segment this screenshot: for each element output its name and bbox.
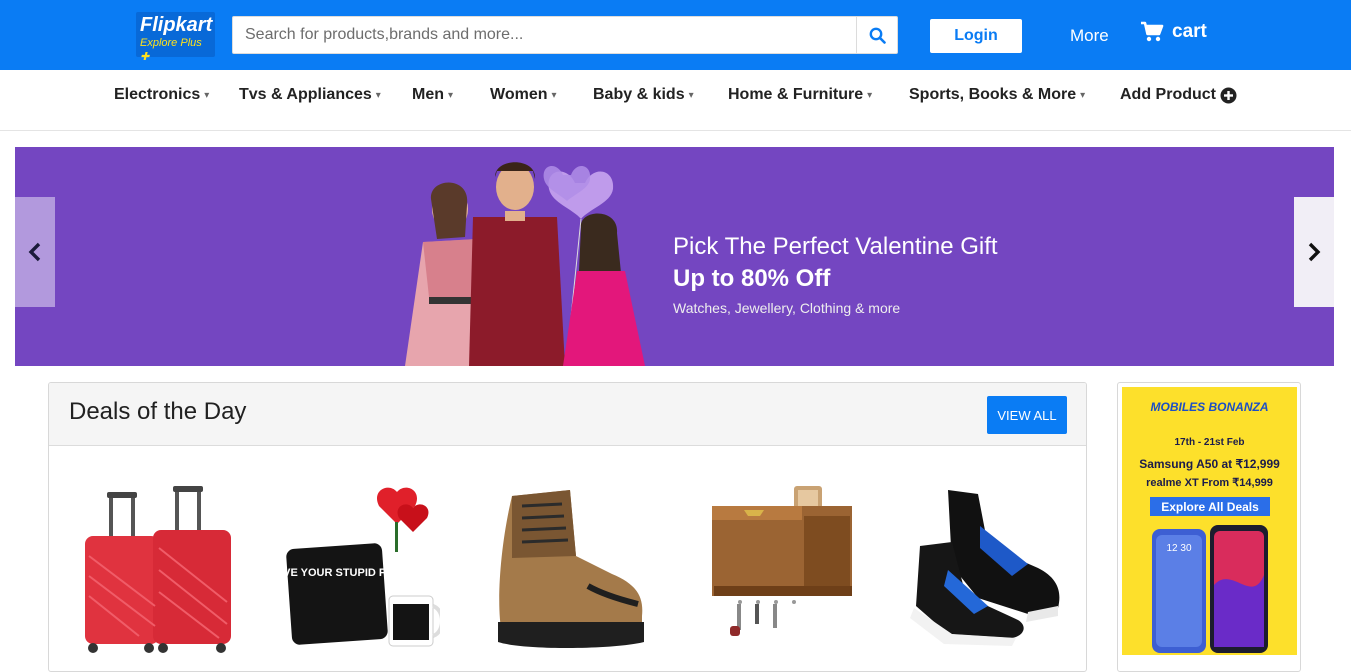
hero-banner[interactable]: Pick The Perfect Valentine Gift Up to 80… — [15, 147, 1334, 366]
mobiles-bonanza-ad[interactable]: MOBILES BONANZA 17th - 21st Feb Samsung … — [1122, 387, 1297, 655]
chevron-right-icon — [1308, 242, 1321, 262]
nav-tvs-appliances[interactable]: Tvs & Appliances ▾ — [239, 86, 381, 104]
deal-item-key-holder[interactable] — [704, 486, 859, 656]
banner-offer: Up to 80% Off — [673, 265, 831, 292]
chevron-left-icon — [28, 242, 41, 262]
boots-image — [498, 490, 644, 648]
phones-image: 12 30 — [1152, 525, 1268, 653]
deal-item-boots[interactable] — [492, 486, 647, 656]
nav-men[interactable]: Men ▾ — [412, 86, 453, 104]
nav-women[interactable]: Women ▾ — [490, 86, 557, 104]
plus-circle-icon — [1220, 87, 1237, 103]
deal-item-valentine-gift[interactable]: I LOVE YOUR STUPID FACE — [262, 486, 444, 656]
nav-label: Baby & kids — [593, 86, 685, 103]
nav-electronics[interactable]: Electronics ▾ — [114, 86, 209, 104]
banner-next-button[interactable] — [1294, 197, 1334, 307]
luggage-image — [85, 486, 231, 653]
ad-brand-logo: MOBILES BONANZA — [1150, 400, 1269, 414]
deals-of-the-day-section: Deals of the Day VIEW ALL I LOVE YOUR ST… — [48, 382, 1087, 672]
nav-home-furniture[interactable]: Home & Furniture ▾ — [728, 86, 872, 104]
chevron-down-icon: ▾ — [688, 89, 694, 101]
nav-label: Add Product — [1120, 86, 1216, 103]
ad-dates: 17th - 21st Feb — [1174, 437, 1245, 448]
deal-item-sports-shoes[interactable] — [908, 486, 1063, 656]
deal-item-luggage[interactable] — [79, 486, 234, 656]
side-ad-panel: MOBILES BONANZA 17th - 21st Feb Samsung … — [1117, 382, 1301, 672]
ad-offer-samsung: Samsung A50 at ₹12,999 — [1139, 457, 1280, 471]
logo-wordmark: Flipkart — [140, 14, 213, 36]
gift-print-text: I LOVE YOUR STUPID FACE — [285, 567, 408, 579]
banner-prev-button[interactable] — [15, 197, 55, 307]
chevron-down-icon: ▾ — [551, 89, 557, 101]
cart-link[interactable]: cart — [1140, 21, 1207, 43]
cart-icon — [1141, 21, 1164, 42]
cart-label: cart — [1172, 21, 1207, 42]
banner-title: Pick The Perfect Valentine Gift — [673, 233, 998, 260]
valentine-gift-image: I LOVE YOUR STUPID FACE — [262, 487, 444, 647]
logo-tagline: Explore Plus ✚ — [140, 37, 202, 63]
nav-label: Home & Furniture — [728, 86, 864, 103]
nav-label: Tvs & Appliances — [239, 86, 372, 103]
search-icon — [869, 27, 886, 44]
ad-offer-realme: realme XT From ₹14,999 — [1146, 477, 1273, 489]
search-input[interactable] — [233, 17, 857, 53]
chevron-down-icon: ▾ — [1080, 89, 1086, 101]
nav-label: Women — [490, 86, 548, 103]
top-header: Flipkart Explore Plus ✚ Login More cart — [0, 0, 1351, 70]
nav-add-product[interactable]: Add Product — [1120, 86, 1237, 104]
chevron-down-icon: ▾ — [204, 89, 210, 101]
more-menu[interactable]: More — [1070, 26, 1109, 46]
login-button[interactable]: Login — [930, 19, 1022, 53]
sports-shoes-image — [910, 490, 1060, 646]
search-bar — [232, 16, 898, 54]
deals-title: Deals of the Day — [69, 398, 247, 425]
category-nav: Electronics ▾ Tvs & Appliances ▾ Men ▾ Wome… — [0, 70, 1351, 131]
nav-label: Sports, Books & More — [909, 86, 1077, 103]
view-all-button[interactable]: VIEW ALL — [987, 396, 1067, 434]
key-holder-image — [712, 486, 852, 636]
nav-label: Men — [412, 86, 444, 103]
plus-icon: ✚ — [140, 51, 150, 63]
chevron-down-icon: ▾ — [867, 89, 873, 101]
nav-sports-books-more[interactable]: Sports, Books & More ▾ — [909, 86, 1085, 104]
explore-deals-button[interactable]: Explore All Deals — [1150, 497, 1270, 516]
search-button[interactable] — [856, 17, 897, 53]
nav-label: Electronics — [114, 86, 201, 103]
chevron-down-icon: ▾ — [448, 89, 454, 101]
nav-baby-kids[interactable]: Baby & kids ▾ — [593, 86, 694, 104]
chevron-down-icon: ▾ — [375, 89, 381, 101]
flipkart-logo[interactable]: Flipkart Explore Plus ✚ — [136, 12, 215, 63]
deals-header: Deals of the Day VIEW ALL — [49, 383, 1086, 446]
phone-clock: 12 30 — [1166, 543, 1191, 554]
banner-subtitle: Watches, Jewellery, Clothing & more — [673, 300, 901, 316]
